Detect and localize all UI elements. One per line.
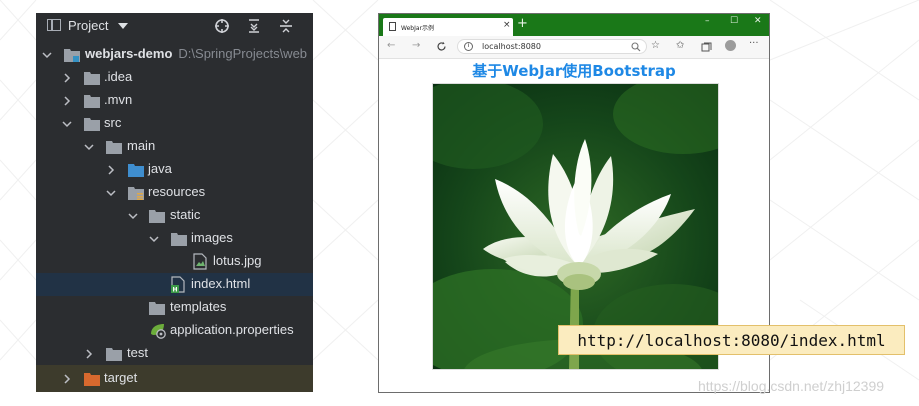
project-panel: Project webjars-demo D:\SpringProjects\we…	[36, 13, 313, 392]
tree-item-lotus-jpg[interactable]: lotus.jpg	[36, 250, 313, 273]
tree-item-templates[interactable]: templates	[36, 296, 313, 319]
chevron-right-icon[interactable]	[62, 96, 72, 106]
url-callout: http://localhost:8080/index.html	[558, 325, 905, 355]
tree-item-static[interactable]: static	[36, 204, 313, 227]
tree-item-label: .mvn	[104, 92, 133, 107]
tree-item-label: main	[127, 138, 156, 153]
chevron-right-icon[interactable]	[62, 73, 72, 83]
chevron-down-icon[interactable]	[62, 119, 72, 129]
collections-icon[interactable]	[701, 42, 712, 52]
minimize-button[interactable]: –	[705, 16, 710, 26]
close-window-button[interactable]: ✕	[754, 16, 762, 26]
chevron-down-icon[interactable]	[128, 211, 138, 221]
module-folder-icon	[64, 49, 80, 62]
tree-item-label: templates	[170, 299, 227, 314]
panel-toggle-icon[interactable]	[47, 19, 61, 31]
address-bar[interactable]: i localhost:8080	[457, 39, 647, 54]
locate-icon[interactable]	[214, 18, 230, 34]
svg-text:H: H	[173, 287, 178, 294]
tree-item-label: java	[148, 161, 172, 176]
tree-item-application-properties[interactable]: application.properties	[36, 319, 313, 342]
tree-item-images[interactable]: images	[36, 227, 313, 250]
folder-icon	[84, 72, 100, 85]
more-menu-icon[interactable]: ···	[749, 38, 759, 49]
project-name: webjars-demo D:\SpringProjects\web	[85, 46, 308, 61]
folder-icon	[149, 302, 165, 315]
maximize-button[interactable]: ☐	[730, 16, 738, 26]
tab-close-icon[interactable]: ×	[503, 20, 511, 30]
chevron-down-icon[interactable]	[149, 234, 159, 244]
folder-icon	[149, 210, 165, 223]
chevron-right-icon[interactable]	[84, 349, 94, 359]
tree-item-label: src	[104, 115, 122, 130]
tree-item-label: index.html	[191, 276, 251, 291]
zoom-icon[interactable]	[631, 42, 641, 52]
image-file-icon	[193, 253, 207, 270]
tree-item-src[interactable]: src	[36, 112, 313, 135]
forward-icon[interactable]: →	[412, 40, 420, 51]
chevron-down-icon[interactable]	[42, 50, 52, 60]
new-tab-button[interactable]: +	[517, 16, 528, 31]
tree-item-label: resources	[148, 184, 206, 199]
tree-item-mvn[interactable]: .mvn	[36, 89, 313, 112]
folder-icon	[84, 118, 100, 131]
spring-properties-icon	[151, 324, 166, 339]
back-icon[interactable]: ←	[387, 40, 395, 51]
browser-tab[interactable]: WebJar示例 ×	[383, 18, 513, 36]
tree-item-label: target	[104, 370, 138, 385]
tree-item-target[interactable]: target	[36, 365, 313, 392]
tree-item-java[interactable]: java	[36, 158, 313, 181]
chevron-right-icon[interactable]	[106, 165, 116, 175]
collapse-all-icon[interactable]	[278, 18, 294, 34]
tree-item-idea[interactable]: .idea	[36, 66, 313, 89]
tree-item-index-html[interactable]: H index.html	[36, 273, 313, 296]
html-file-icon: H	[171, 276, 185, 294]
tree-item-project-root[interactable]: webjars-demo D:\SpringProjects\web	[36, 43, 313, 66]
browser-titlebar: WebJar示例 × + – ☐ ✕	[379, 14, 769, 36]
tree-item-resources[interactable]: resources	[36, 181, 313, 204]
tree-item-label: test	[127, 345, 148, 360]
expand-all-icon[interactable]	[246, 18, 262, 34]
address-url: localhost:8080	[482, 42, 541, 51]
tree-item-main[interactable]: main	[36, 135, 313, 158]
tree-item-label: images	[191, 230, 233, 245]
chevron-down-icon[interactable]	[106, 188, 116, 198]
tab-title: WebJar示例	[401, 25, 434, 32]
page-heading: 基于WebJar使用Bootstrap	[472, 62, 676, 80]
tree-item-label: static	[170, 207, 201, 222]
resources-folder-icon	[128, 187, 144, 200]
folder-icon	[84, 95, 100, 108]
folder-icon	[106, 348, 122, 361]
project-path: D:\SpringProjects\web	[178, 46, 308, 61]
chevron-down-icon[interactable]	[118, 23, 128, 29]
chevron-down-icon[interactable]	[84, 142, 94, 152]
chevron-right-icon[interactable]	[62, 374, 72, 384]
refresh-icon[interactable]	[436, 41, 447, 52]
project-panel-header: Project	[36, 13, 313, 40]
excluded-folder-icon	[84, 373, 100, 386]
source-folder-icon	[128, 164, 144, 177]
info-icon[interactable]: i	[464, 42, 473, 51]
tree-item-label: .idea	[104, 69, 133, 84]
tree-item-label: lotus.jpg	[213, 253, 262, 268]
tree-item-test[interactable]: test	[36, 342, 313, 365]
favorites-list-icon[interactable]: ✩	[676, 40, 684, 51]
panel-title[interactable]: Project	[68, 18, 108, 33]
tree-item-label: application.properties	[170, 322, 294, 337]
favorite-star-icon[interactable]: ☆	[651, 40, 660, 51]
profile-avatar[interactable]	[725, 40, 736, 51]
browser-toolbar: ← → i localhost:8080 ☆ ✩ ···	[379, 36, 769, 59]
folder-icon	[171, 233, 187, 246]
watermark: https://blog.csdn.net/zhj12399	[698, 378, 885, 394]
folder-icon	[106, 141, 122, 154]
page-icon	[389, 22, 396, 31]
